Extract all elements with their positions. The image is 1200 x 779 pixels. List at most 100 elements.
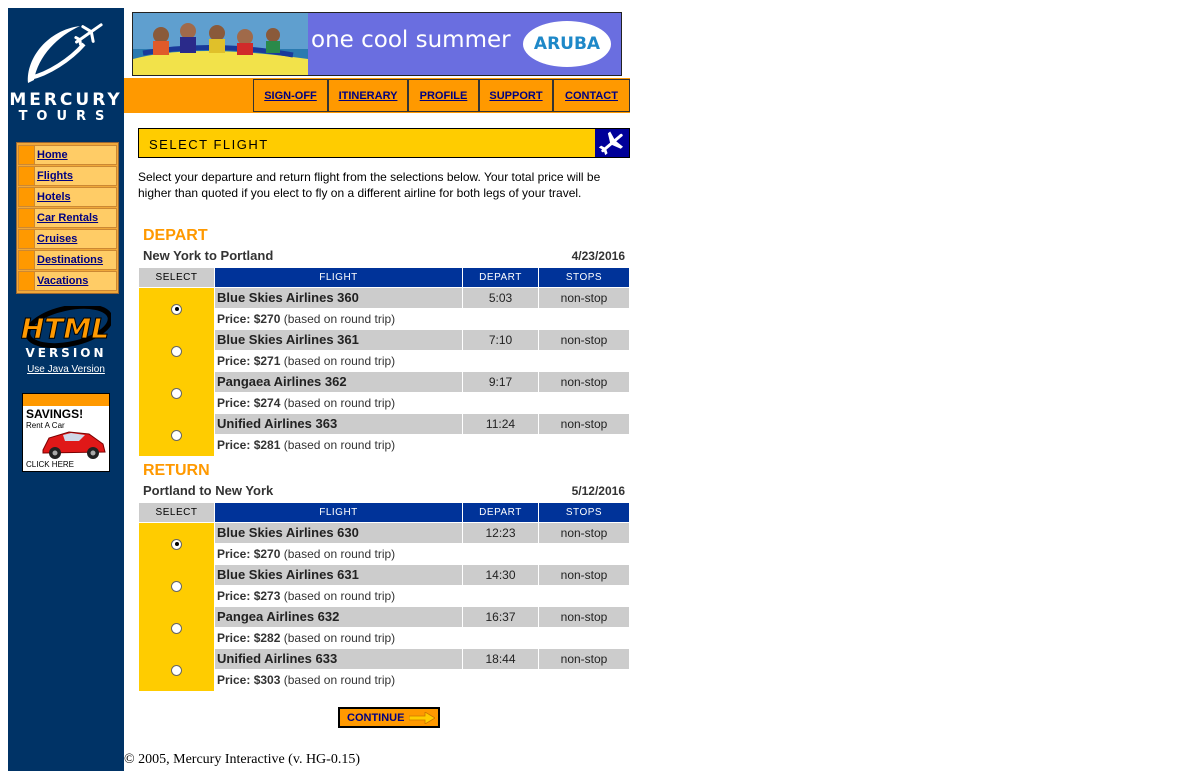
logo-line2: TOURS (18, 109, 114, 124)
sidebar-link-home[interactable]: Home (35, 146, 68, 164)
mercury-tours-logo[interactable]: MERCURY TOURS (8, 8, 124, 138)
price-value: $274 (253, 396, 281, 410)
logo-line1: MERCURY (9, 90, 123, 110)
price-line: Price: $273 (based on round trip) (215, 586, 629, 607)
stops: non-stop (539, 372, 629, 392)
tab-support[interactable]: SUPPORT (479, 79, 553, 112)
flight-row: Blue Skies Airlines 630 12:23 non-stop Pric… (138, 523, 630, 565)
sidebar-link-flights[interactable]: Flights (35, 167, 73, 185)
col-header-depart: DEPART (463, 268, 538, 287)
price-line: Price: $271 (based on round trip) (215, 351, 629, 372)
sidebar-item-hotels[interactable]: Hotels (18, 187, 117, 207)
return-flight-radio[interactable] (171, 580, 182, 592)
price-note: (based on round trip) (283, 547, 396, 561)
sidebar-link-vacations[interactable]: Vacations (35, 272, 88, 290)
aruba-text: ARUBA (533, 34, 601, 54)
tab-contact[interactable]: CONTACT (553, 79, 630, 112)
continue-button[interactable]: CONTINUE (338, 707, 440, 728)
depart-time: 12:23 (463, 523, 538, 543)
price-line: Price: $303 (based on round trip) (215, 670, 629, 691)
stops: non-stop (539, 649, 629, 669)
sidebar-item-flights[interactable]: Flights (18, 166, 117, 186)
depart-flight-table: SELECT FLIGHT DEPART STOPS Blue Skies Ai… (138, 268, 630, 458)
depart-flight-radio[interactable] (171, 387, 182, 399)
sidebar-item-car-rentals[interactable]: Car Rentals (18, 208, 117, 228)
airline-name: Blue Skies Airlines 360 (215, 288, 462, 308)
nav-bullet (19, 146, 35, 164)
top-nav: SIGN-OFF ITINERARY PROFILE SUPPORT CONTA… (124, 78, 630, 113)
select-cell (139, 330, 214, 372)
price-prefix: Price: (217, 312, 251, 326)
nav-bullet (19, 188, 35, 206)
select-cell (139, 607, 214, 649)
airline-name: Unified Airlines 363 (215, 414, 462, 434)
ad-cta: CLICK HERE (26, 460, 75, 469)
col-header-depart: DEPART (463, 503, 538, 522)
price-prefix: Price: (217, 354, 251, 368)
depart-flight-radio[interactable] (171, 303, 182, 315)
price-prefix: Price: (217, 589, 251, 603)
ad-title: SAVINGS! (26, 407, 84, 421)
html-version-badge: HTML VERSION (20, 303, 113, 360)
price-prefix: Price: (217, 396, 251, 410)
depart-time: 7:10 (463, 330, 538, 350)
depart-date: 4/23/2016 (571, 249, 625, 263)
price-line: Price: $270 (based on round trip) (215, 544, 629, 565)
airline-name: Pangea Airlines 632 (215, 607, 462, 627)
return-flight-radio[interactable] (171, 622, 182, 634)
price-value: $271 (253, 354, 281, 368)
price-value: $270 (253, 312, 281, 326)
aruba-logo: ARUBA (523, 21, 611, 67)
tab-sign-off[interactable]: SIGN-OFF (253, 79, 328, 112)
svg-text:HTML: HTML (21, 312, 109, 345)
red-car-icon (42, 431, 106, 459)
stops: non-stop (539, 565, 629, 585)
sidebar-item-vacations[interactable]: Vacations (18, 271, 117, 291)
sidebar-item-cruises[interactable]: Cruises (18, 229, 117, 249)
sidebar-item-home[interactable]: Home (18, 145, 117, 165)
return-flight-radio[interactable] (171, 538, 182, 550)
intro-text: Select your departure and return flight … (138, 170, 601, 200)
java-version-link[interactable]: Use Java Version (8, 364, 124, 375)
sidebar-link-hotels[interactable]: Hotels (35, 188, 71, 206)
page-title: SELECT FLIGHT (149, 137, 269, 152)
depart-flight-radio[interactable] (171, 429, 182, 441)
nav-bullet (19, 272, 35, 290)
tab-itinerary[interactable]: ITINERARY (328, 79, 408, 112)
depart-time: 16:37 (463, 607, 538, 627)
col-header-select: SELECT (139, 268, 214, 287)
price-note: (based on round trip) (283, 673, 396, 687)
return-route: Portland to New York (143, 483, 274, 498)
sidebar-item-destinations[interactable]: Destinations (18, 250, 117, 270)
tab-profile[interactable]: PROFILE (408, 79, 479, 112)
mercury-swoosh-icon (27, 23, 103, 83)
flight-row: Unified Airlines 363 11:24 non-stop Price: … (138, 414, 630, 456)
return-date: 5/12/2016 (571, 484, 625, 498)
promo-banner[interactable]: one cool summer ARUBA (132, 12, 622, 76)
airline-name: Pangaea Airlines 362 (215, 372, 462, 392)
sidebar-link-cruises[interactable]: Cruises (35, 230, 77, 248)
flight-row: Blue Skies Airlines 631 14:30 non-stop Pric… (138, 565, 630, 607)
price-value: $270 (253, 547, 281, 561)
price-value: $282 (253, 631, 281, 645)
stops: non-stop (539, 330, 629, 350)
col-header-select: SELECT (139, 503, 214, 522)
price-prefix: Price: (217, 547, 251, 561)
price-line: Price: $281 (based on round trip) (215, 435, 629, 456)
banner-slogan: one cool summer (311, 27, 511, 53)
return-flight-table: SELECT FLIGHT DEPART STOPS Blue Skies Ai… (138, 503, 630, 693)
sidebar-link-destinations[interactable]: Destinations (35, 251, 103, 269)
depart-time: 5:03 (463, 288, 538, 308)
price-value: $273 (253, 589, 281, 603)
flight-row: Blue Skies Airlines 360 5:03 non-stop Price… (138, 288, 630, 330)
car-rental-ad[interactable]: SAVINGS! Rent A Car CLICK HERE (22, 393, 110, 472)
depart-flight-radio[interactable] (171, 345, 182, 357)
left-sidebar: MERCURY TOURS Home Flights Hotels Car Re… (8, 8, 124, 771)
return-flight-radio[interactable] (171, 664, 182, 676)
return-title: RETURN (143, 462, 210, 479)
flight-row: Pangea Airlines 632 16:37 non-stop Price: $… (138, 607, 630, 649)
stops: non-stop (539, 288, 629, 308)
sidebar-link-car-rentals[interactable]: Car Rentals (35, 209, 98, 227)
airline-name: Unified Airlines 633 (215, 649, 462, 669)
select-cell (139, 565, 214, 607)
